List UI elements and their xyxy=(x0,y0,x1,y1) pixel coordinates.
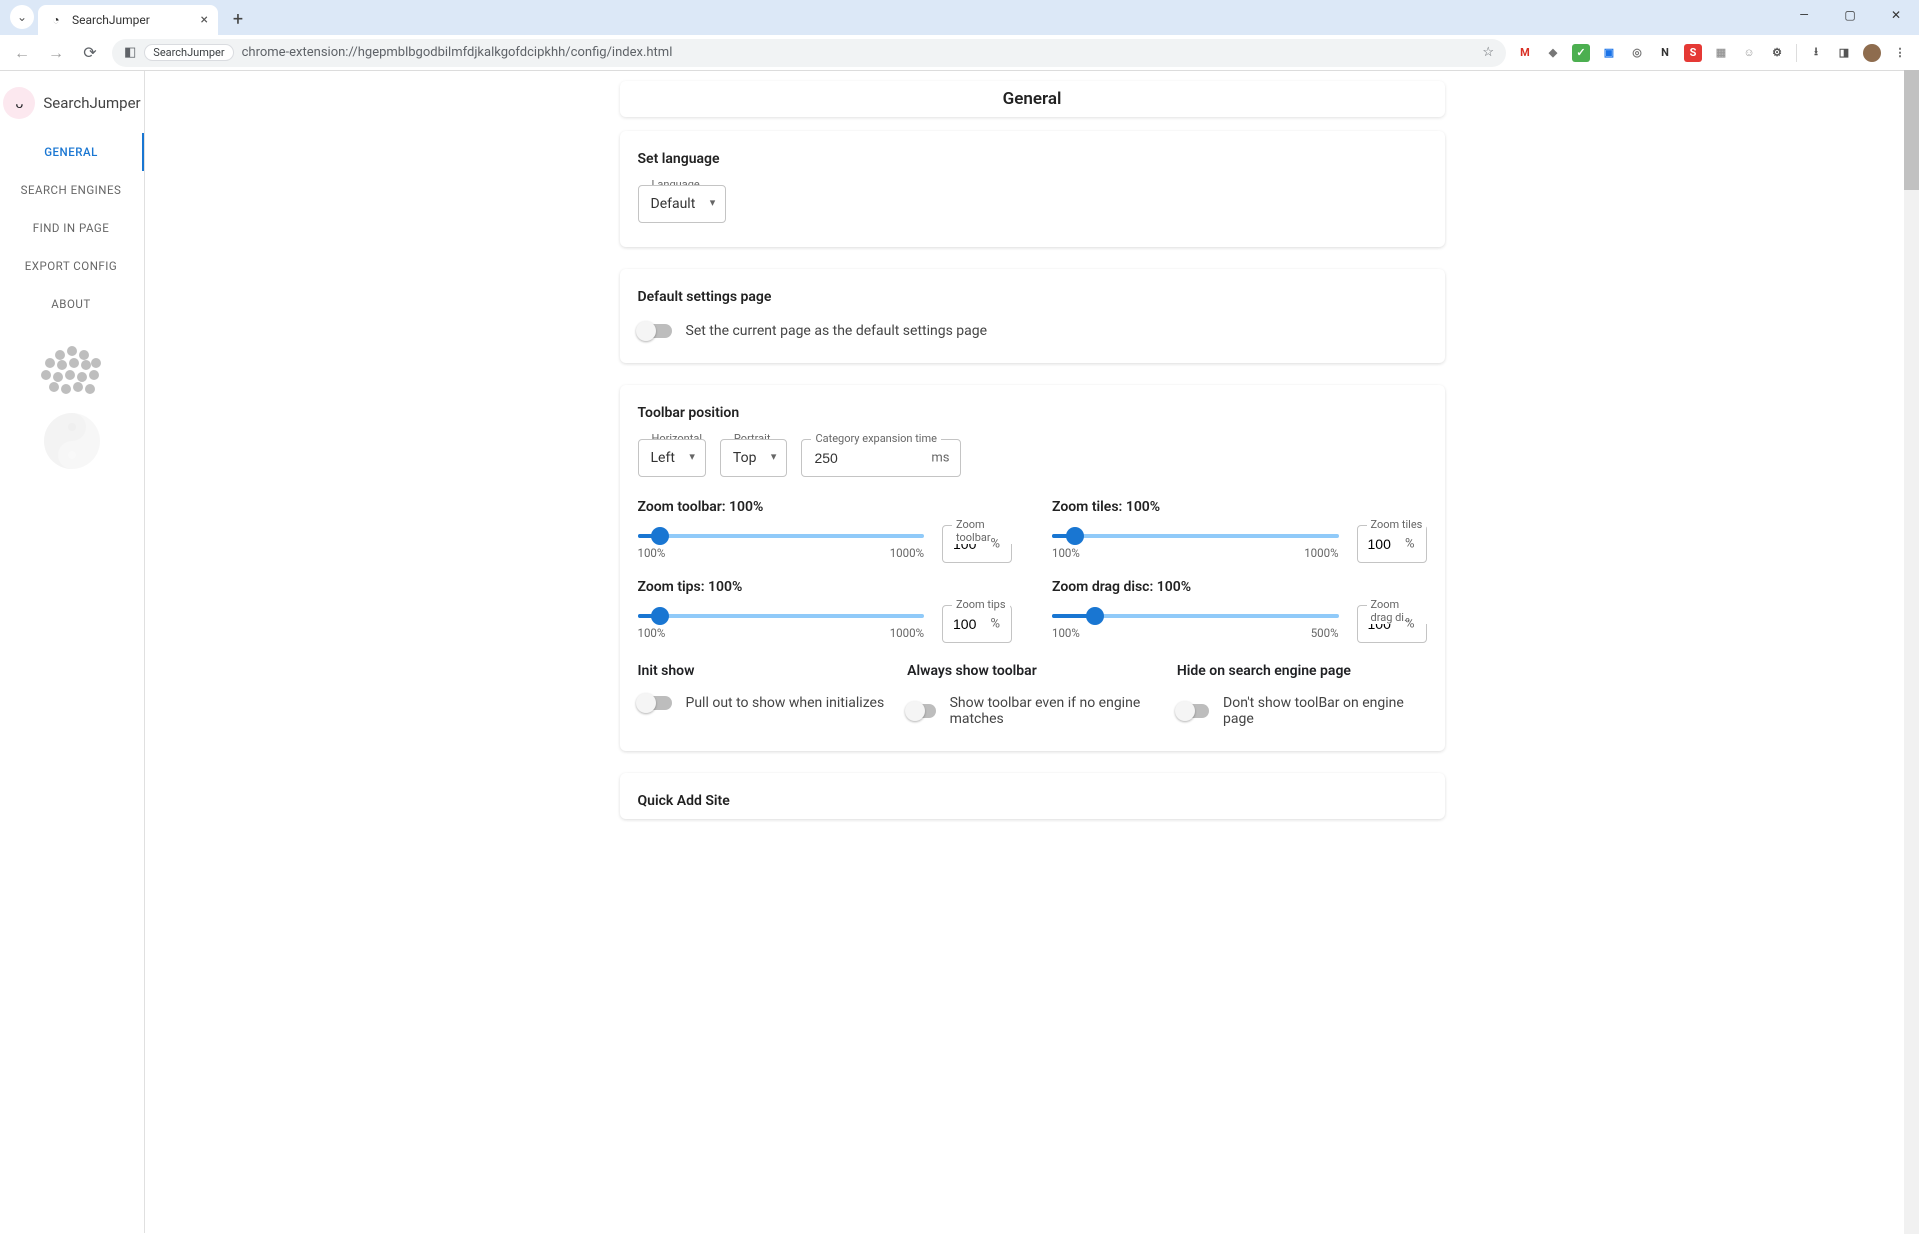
hide-engine-toggle[interactable] xyxy=(1177,704,1209,718)
card-default-page: Default settings page Set the current pa… xyxy=(620,269,1445,363)
sidebar-item-find-in-page[interactable]: FIND IN PAGE xyxy=(0,209,144,247)
extension-icon: ◧ xyxy=(124,45,136,60)
sidebar: ᴗ SearchJumper GENERAL SEARCH ENGINES FI… xyxy=(0,71,145,1233)
ext-icon-7[interactable]: S xyxy=(1684,44,1702,62)
tab-title: SearchJumper xyxy=(72,13,150,27)
url-chip: SearchJumper xyxy=(144,44,233,61)
yinyang-decoration-icon xyxy=(44,413,100,469)
profile-avatar[interactable] xyxy=(1863,44,1881,62)
ext-icon-4[interactable]: ▣ xyxy=(1600,44,1618,62)
url-text: chrome-extension://hgepmblbgodbilmfdjkal… xyxy=(242,45,673,60)
logo-row: ᴗ SearchJumper xyxy=(0,81,151,125)
tab-search-button[interactable]: ⌄ xyxy=(10,5,34,29)
app-logo-icon: ᴗ xyxy=(3,87,35,119)
card-language: Set language Language Default xyxy=(620,131,1445,247)
tab-strip: ⌄ ◔ SearchJumper × + — ▢ ✕ xyxy=(0,0,1919,35)
ext-icon-6[interactable]: N xyxy=(1656,44,1674,62)
app: ᴗ SearchJumper GENERAL SEARCH ENGINES FI… xyxy=(0,71,1919,1233)
bookmark-star-icon[interactable]: ☆ xyxy=(1482,45,1494,60)
ext-icon-9[interactable]: ☺ xyxy=(1740,44,1758,62)
downloads-icon[interactable]: ⭳ xyxy=(1807,44,1825,62)
toggle-label: Set the current page as the default sett… xyxy=(686,323,988,339)
zoom-drag-title: Zoom drag disc: 100% xyxy=(1052,579,1427,595)
position-row: Horizontal Left Portrait Top Category ex… xyxy=(638,439,1427,477)
dots-decoration-icon xyxy=(32,343,112,403)
close-tab-icon[interactable]: × xyxy=(201,12,208,28)
card-title: Default settings page xyxy=(638,289,1427,305)
address-bar: ← → ⟳ ◧ SearchJumper chrome-extension://… xyxy=(0,35,1919,70)
content[interactable]: General Set language Language Default De… xyxy=(145,71,1919,1233)
init-show-title: Init show xyxy=(638,663,888,679)
zoom-drag-slider[interactable]: 100%500% xyxy=(1052,608,1339,640)
zoom-toolbar-title: Zoom toolbar: 100% xyxy=(638,499,1013,515)
zoom-tiles-title: Zoom tiles: 100% xyxy=(1052,499,1427,515)
side-panel-icon[interactable]: ◨ xyxy=(1835,44,1853,62)
always-show-title: Always show toolbar xyxy=(907,663,1157,679)
language-select-wrap: Language Default xyxy=(638,185,727,223)
scrollbar-thumb[interactable] xyxy=(1904,70,1919,190)
forward-button[interactable]: → xyxy=(44,41,68,65)
back-button[interactable]: ← xyxy=(10,41,34,65)
minimize-button[interactable]: — xyxy=(1781,0,1827,30)
card-title: Quick Add Site xyxy=(638,793,1427,809)
window-controls: — ▢ ✕ xyxy=(1781,0,1919,30)
ext-icon-3[interactable]: ✓ xyxy=(1572,44,1590,62)
ext-icon-8[interactable]: ▦ xyxy=(1712,44,1730,62)
gmail-icon[interactable]: M xyxy=(1516,44,1534,62)
init-show-toggle[interactable] xyxy=(638,696,672,710)
portrait-select[interactable]: Top xyxy=(720,439,788,477)
reload-button[interactable]: ⟳ xyxy=(78,41,102,65)
scrollbar[interactable] xyxy=(1904,70,1919,1234)
sidebar-item-export-config[interactable]: EXPORT CONFIG xyxy=(0,247,144,285)
zoom-tips-slider[interactable]: 100%1000% xyxy=(638,608,925,640)
default-page-toggle[interactable] xyxy=(638,324,672,338)
url-box[interactable]: ◧ SearchJumper chrome-extension://hgepmb… xyxy=(112,39,1506,67)
favicon-icon: ◔ xyxy=(48,12,64,28)
page-title: General xyxy=(620,81,1445,117)
default-page-toggle-row: Set the current page as the default sett… xyxy=(638,323,1427,339)
zoom-tiles-slider[interactable]: 100%1000% xyxy=(1052,528,1339,560)
sidebar-item-search-engines[interactable]: SEARCH ENGINES xyxy=(0,171,144,209)
extensions-puzzle-icon[interactable]: ⚙ xyxy=(1768,44,1786,62)
close-window-button[interactable]: ✕ xyxy=(1873,0,1919,30)
sidebar-item-general[interactable]: GENERAL xyxy=(0,133,144,171)
zoom-toolbar-slider[interactable]: 100%1000% xyxy=(638,528,925,560)
browser-chrome: ⌄ ◔ SearchJumper × + — ▢ ✕ ← → ⟳ ◧ Searc… xyxy=(0,0,1919,71)
app-name: SearchJumper xyxy=(43,94,140,112)
zoom-tips-title: Zoom tips: 100% xyxy=(638,579,1013,595)
browser-menu-icon[interactable]: ⋮ xyxy=(1891,44,1909,62)
sidebar-item-about[interactable]: ABOUT xyxy=(0,285,144,323)
triple-toggles: Init show Pull out to show when initiali… xyxy=(638,663,1427,727)
card-title: Toolbar position xyxy=(638,405,1427,421)
maximize-button[interactable]: ▢ xyxy=(1827,0,1873,30)
hide-engine-title: Hide on search engine page xyxy=(1177,663,1427,679)
card-quick-add-site: Quick Add Site xyxy=(620,773,1445,819)
ext-icon-5[interactable]: ◎ xyxy=(1628,44,1646,62)
browser-tab[interactable]: ◔ SearchJumper × xyxy=(38,5,218,35)
ext-icon-2[interactable]: ◆ xyxy=(1544,44,1562,62)
language-select[interactable]: Default xyxy=(638,185,727,223)
ms-suffix: ms xyxy=(931,451,949,466)
new-tab-button[interactable]: + xyxy=(224,5,252,33)
horizontal-select[interactable]: Left xyxy=(638,439,706,477)
extension-icons: M ◆ ✓ ▣ ◎ N S ▦ ☺ ⚙ ⭳ ◨ ⋮ xyxy=(1516,44,1909,62)
always-show-toggle[interactable] xyxy=(907,704,935,718)
field-label: Category expansion time xyxy=(811,432,941,445)
card-toolbar-position: Toolbar position Horizontal Left Portrai… xyxy=(620,385,1445,751)
card-title: Set language xyxy=(638,151,1427,167)
